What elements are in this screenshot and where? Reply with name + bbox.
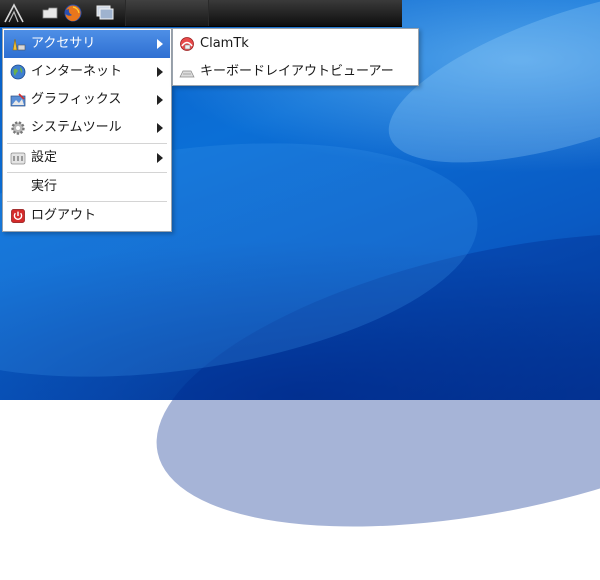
submenu-item-label: キーボードレイアウトビューアー <box>200 64 394 79</box>
system-tools-icon <box>10 120 26 136</box>
clamtk-icon <box>179 36 195 52</box>
menu-item-accessories[interactable]: アクセサリ <box>4 30 170 58</box>
taskbar-panel <box>0 0 402 27</box>
submenu-arrow-icon <box>157 123 163 133</box>
submenu-item-keyboard-layout-viewer[interactable]: キーボードレイアウトビューアー <box>174 58 417 86</box>
taskbar-empty-area <box>125 0 209 26</box>
submenu-arrow-icon <box>157 67 163 77</box>
menu-item-label: グラフィックス <box>31 92 122 107</box>
accessories-submenu: ClamTk キーボードレイアウトビューアー <box>172 28 419 86</box>
submenu-arrow-icon <box>157 153 163 163</box>
preferences-icon <box>10 150 26 166</box>
submenu-item-clamtk[interactable]: ClamTk <box>174 30 417 58</box>
menu-item-graphics[interactable]: グラフィックス <box>4 86 170 114</box>
menu-item-run[interactable]: 実行 <box>4 173 170 201</box>
menu-item-label: システムツール <box>31 120 122 135</box>
accessories-icon <box>10 36 26 52</box>
menu-item-label: アクセサリ <box>31 36 96 51</box>
menu-item-logout[interactable]: ログアウト <box>4 202 170 230</box>
menu-item-preferences[interactable]: 設定 <box>4 144 170 172</box>
graphics-icon <box>10 92 26 108</box>
menu-item-label: 設定 <box>31 150 58 165</box>
file-manager-icon[interactable] <box>39 2 61 24</box>
menu-item-system-tools[interactable]: システムツール <box>4 114 170 142</box>
keyboard-icon <box>179 64 195 80</box>
menu-item-label: ログアウト <box>31 208 97 223</box>
menu-item-label: インターネット <box>31 64 123 79</box>
menu-item-label: 実行 <box>31 179 58 194</box>
submenu-arrow-icon <box>157 39 163 49</box>
show-desktop-icon[interactable] <box>94 2 116 24</box>
menu-item-internet[interactable]: インターネット <box>4 58 170 86</box>
application-menu: アクセサリ インターネット グラフィックス システムツール 設定 実行 ログアウ… <box>2 28 172 232</box>
logout-icon <box>10 208 26 224</box>
firefox-icon[interactable] <box>62 2 84 24</box>
lxde-menu-icon[interactable] <box>3 2 25 24</box>
submenu-arrow-icon <box>157 95 163 105</box>
internet-icon <box>10 64 26 80</box>
submenu-item-label: ClamTk <box>200 36 249 51</box>
